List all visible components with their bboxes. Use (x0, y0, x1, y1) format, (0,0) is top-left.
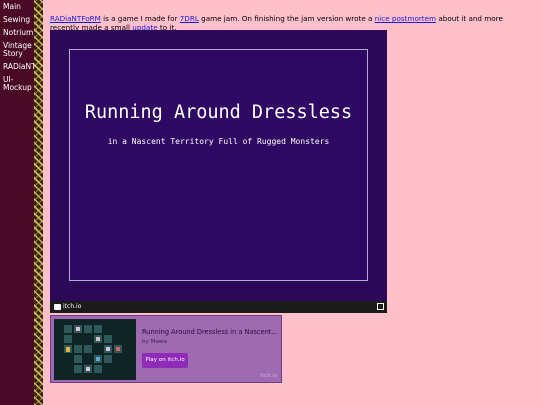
itch-link[interactable]: itch.io (54, 303, 81, 310)
game-toolbar: itch.io (50, 301, 387, 313)
play-on-itch-button[interactable]: Play on itch.io (142, 353, 188, 368)
embed-itch-label: itch.io (260, 373, 277, 379)
sidebar-item-radiant[interactable]: RADiaNT (0, 63, 36, 71)
sidebar-item-sewing[interactable]: Sewing (0, 16, 34, 24)
game-thumbnail[interactable] (54, 319, 136, 380)
embed-author[interactable]: by Mawa (142, 339, 167, 345)
game-link[interactable]: RADiaNTFoRM (50, 14, 101, 23)
intro-text: game jam. On finishing the jam version w… (198, 14, 375, 24)
itch-embed-card: Running Around Dressless in a Nascent Te… (50, 315, 282, 383)
postmortem-link[interactable]: nice postmortem (375, 14, 436, 23)
game-title: Running Around Dressless (84, 102, 353, 123)
game-embed-frame[interactable]: Running Around Dressless in a Nascent Te… (50, 30, 387, 313)
sidebar-item-main[interactable]: Main (0, 3, 34, 11)
intro-text: is a game I made for (100, 14, 180, 24)
jam-link[interactable]: 7DRL (180, 14, 199, 23)
itch-logo-icon (54, 303, 61, 310)
sidebar-nav: Main Sewing Notrium Vintage Story RADiaN… (0, 0, 36, 405)
sidebar-item-notrium[interactable]: Notrium (0, 29, 34, 37)
dungeon-map-icon (54, 319, 136, 380)
game-subtitle: in a Nascent Territory Full of Rugged Mo… (107, 137, 330, 146)
decorative-braid-border (34, 0, 43, 405)
itch-label: itch.io (63, 303, 82, 310)
sidebar-item-ui-mockup[interactable]: UI-Mockup (0, 76, 34, 92)
game-title-screen[interactable]: Running Around Dressless in a Nascent Te… (69, 49, 368, 281)
sidebar-item-vintage-story[interactable]: Vintage Story (0, 42, 34, 58)
fullscreen-icon[interactable] (377, 303, 384, 310)
embed-game-title[interactable]: Running Around Dressless in a Nascent Te… (142, 328, 280, 336)
